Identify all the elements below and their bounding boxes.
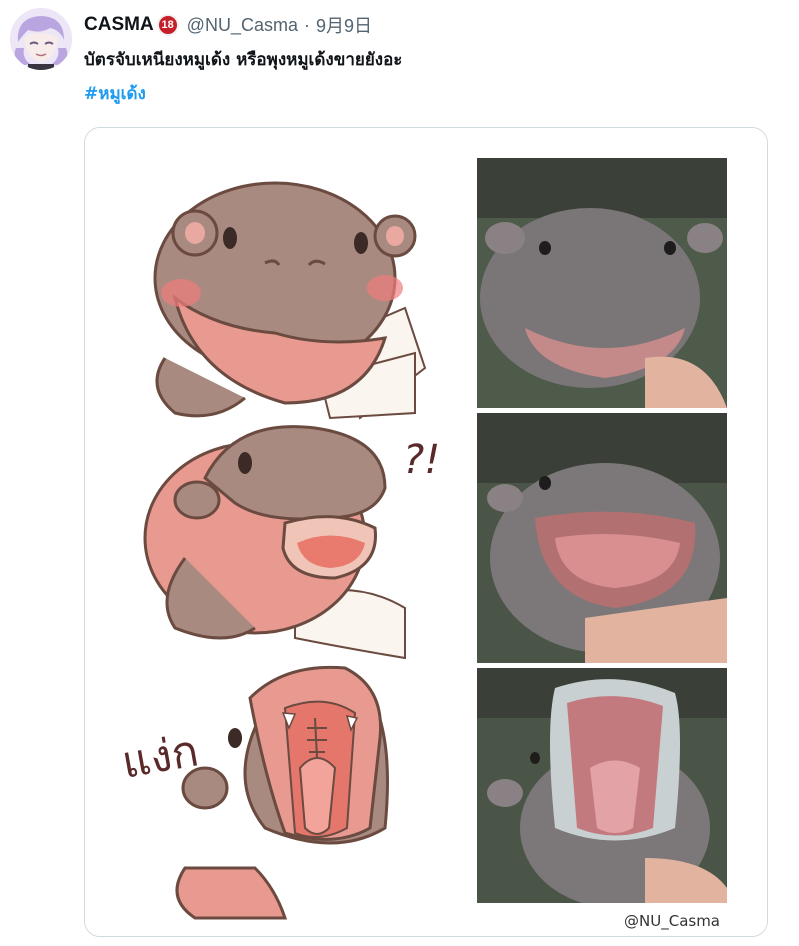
photo-panel-2: [477, 413, 727, 663]
watermark-text: @NU_Casma: [624, 912, 720, 931]
illustration-panel-1: [153, 181, 427, 420]
tweet-date[interactable]: 9月9日: [316, 12, 372, 38]
display-name[interactable]: CASMA: [84, 14, 154, 36]
media-image[interactable]: ?! แง่ก @NU_Casma: [84, 127, 768, 937]
hashtag-link[interactable]: #หมูเด้ง: [84, 80, 146, 107]
separator-dot: ·: [303, 14, 310, 35]
photo-panel-1: [477, 158, 727, 408]
tweet-text: บัตรจับเหนียงหมูเด้ง หรือพุงหมูเด้งขายยั…: [84, 50, 403, 70]
avatar[interactable]: [10, 8, 72, 70]
user-handle[interactable]: @NU_Casma: [187, 15, 298, 36]
sfx-surprise: ?!: [403, 437, 440, 483]
photo-panel-3: [477, 668, 727, 908]
tweet-header: CASMA 18 @NU_Casma · 9月9日: [84, 12, 372, 38]
age-badge: 18: [156, 14, 179, 36]
